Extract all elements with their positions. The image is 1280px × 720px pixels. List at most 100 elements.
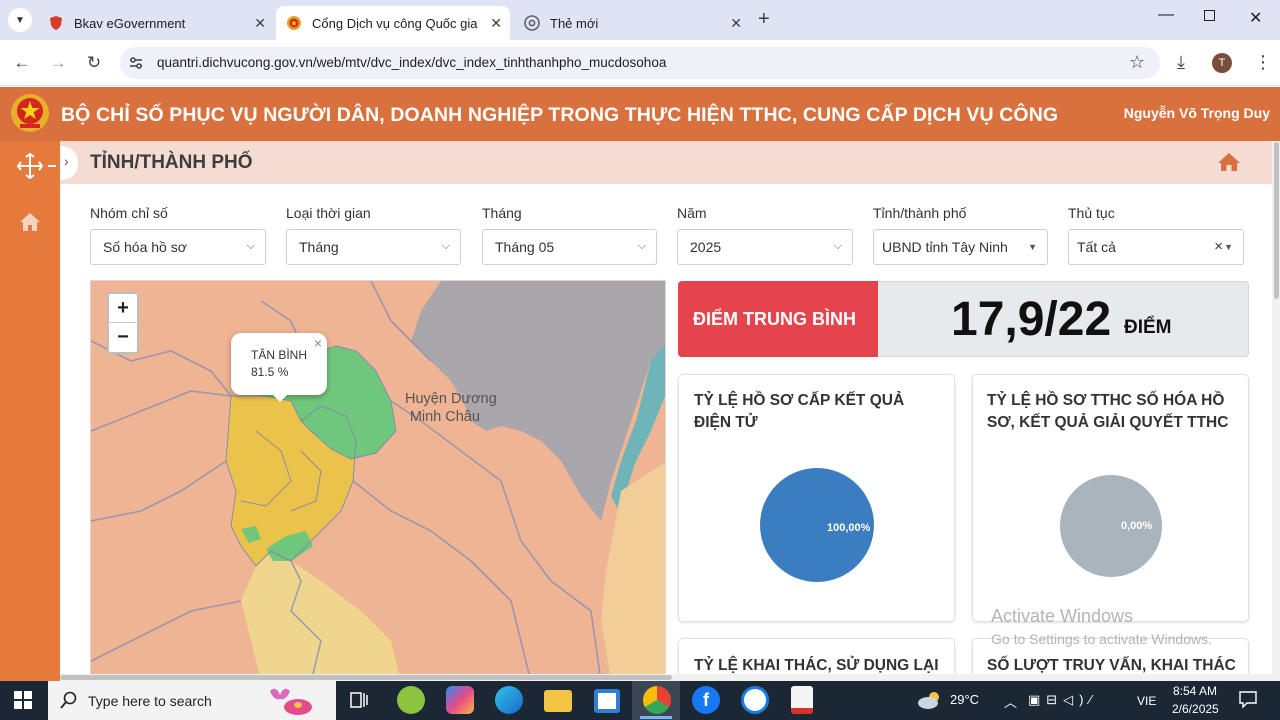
filter-thang-select[interactable]: Tháng 05 ⌵	[482, 229, 657, 265]
map-zoom-control: + −	[107, 292, 139, 354]
notification-icon[interactable]	[1238, 690, 1258, 708]
caret-down-icon: ▼	[1224, 242, 1233, 252]
choropleth-map[interactable]	[90, 280, 666, 681]
restore-button[interactable]	[1204, 10, 1215, 21]
tray-icons[interactable]: ▣⊟◁)∕	[1028, 692, 1098, 708]
pie-label: 0,00%	[1121, 520, 1153, 532]
clock-time[interactable]: 8:54 AM	[1173, 684, 1217, 698]
chevron-down-icon: ⌵	[246, 240, 255, 252]
emblem-icon	[287, 16, 301, 30]
weather-temp[interactable]: 29°C	[950, 692, 979, 707]
tab-new[interactable]: Thẻ mới ✕	[514, 6, 750, 40]
site-title: BỘ CHỈ SỐ PHỤC VỤ NGƯỜI DÂN, DOANH NGHIỆ…	[61, 104, 1059, 126]
select-value: UBND tỉnh Tây Ninh	[882, 239, 1008, 255]
profile-avatar[interactable]: T	[1212, 53, 1232, 73]
chrome-icon[interactable]	[643, 686, 671, 714]
score-unit: ĐIỂM	[1124, 317, 1172, 338]
network-icon[interactable]	[16, 152, 44, 180]
close-icon[interactable]: ✕	[254, 15, 266, 32]
bookmark-star-icon[interactable]: ☆	[1129, 52, 1145, 73]
home-icon[interactable]	[1217, 152, 1241, 172]
filter-thu-tuc-select[interactable]: Tất cả × ▼	[1068, 229, 1244, 265]
filter-label: Tháng	[482, 205, 522, 221]
chevron-down-icon: ⌵	[833, 240, 842, 252]
back-button[interactable]: ←	[8, 49, 36, 77]
tab-bkav[interactable]: Bkav eGovernment ✕	[38, 6, 274, 40]
filter-label: Thủ tục	[1068, 205, 1115, 221]
new-tab-button[interactable]: +	[758, 8, 770, 31]
vertical-scroll-thumb[interactable]	[1274, 142, 1279, 299]
home-icon[interactable]	[19, 212, 41, 232]
page-title: TỈNH/THÀNH PHỐ	[90, 152, 253, 173]
active-marker	[48, 165, 56, 167]
place-label-line: Huyện Dương	[405, 391, 497, 407]
score-value: 17,9/22	[951, 293, 1112, 346]
tab-dichvucong[interactable]: Cổng Dịch vụ công Quốc gia ✕	[276, 6, 510, 40]
clear-icon[interactable]: ×	[1214, 238, 1223, 255]
butterfly-flower-icon	[270, 688, 312, 715]
app-green-icon[interactable]	[397, 686, 425, 714]
popup-region-value: 81.5 %	[251, 365, 289, 379]
chrome-icon	[524, 15, 540, 31]
close-icon[interactable]: ✕	[490, 15, 502, 32]
place-label-line: Minh Châu	[409, 409, 480, 425]
tab-title: Bkav eGovernment	[74, 15, 186, 31]
pie-label: 100,00%	[827, 522, 871, 534]
menu-icon[interactable]: ⋮	[1254, 52, 1272, 73]
close-icon[interactable]: ✕	[730, 15, 742, 32]
map-place-label: Huyện Dương Minh Châu	[405, 390, 497, 426]
region-lightyellow	[241, 551, 401, 680]
map-canvas	[91, 281, 665, 680]
popup-tip	[270, 392, 290, 402]
filter-nhom-chi-so-select[interactable]: Số hóa hồ sơ ⌵	[90, 229, 266, 265]
close-window-button[interactable]: ✕	[1249, 8, 1262, 28]
filter-label: Nhóm chỉ số	[90, 205, 168, 221]
filter-tinh-thanh-pho-select[interactable]: UBND tỉnh Tây Ninh ▼	[873, 229, 1048, 265]
filter-label: Năm	[677, 205, 707, 221]
filter-nam-select[interactable]: 2025 ⌵	[677, 229, 853, 265]
reload-button[interactable]: ↻	[80, 49, 108, 77]
chevron-down-icon: ⌵	[637, 240, 646, 252]
metric-card: TỶ LỆ HỒ SƠ CẤP KẾT QUẢ ĐIỆN TỬ 100,00%	[678, 374, 955, 622]
card-title: TỶ LỆ HỒ SƠ TTHC SỐ HÓA HỒ SƠ, KẾT QUẢ G…	[987, 392, 1229, 431]
pdf-reader-icon[interactable]	[791, 686, 813, 714]
taskbar-search-placeholder: Type here to search	[88, 693, 212, 709]
filter-label: Tỉnh/thành phố	[873, 205, 967, 221]
select-value: Tháng	[299, 239, 339, 255]
download-icon[interactable]: ⤓	[1177, 52, 1185, 73]
user-name[interactable]: Nguyễn Võ Trọng Duy	[1124, 105, 1270, 121]
filter-label: Loại thời gian	[286, 205, 371, 221]
input-language[interactable]: VIE	[1137, 694, 1156, 708]
region-beige	[601, 462, 665, 680]
select-value: 2025	[690, 239, 722, 255]
minimize-button[interactable]: —	[1158, 6, 1174, 24]
activation-watermark-sub: Go to Settings to activate Windows.	[991, 631, 1212, 647]
task-view-icon[interactable]	[350, 691, 370, 709]
copilot-icon[interactable]	[446, 686, 474, 714]
forward-button[interactable]: →	[44, 49, 72, 77]
select-value: Tháng 05	[495, 239, 555, 255]
zalo-icon[interactable]	[741, 686, 769, 714]
filter-loai-thoi-gian-select[interactable]: Tháng ⌵	[286, 229, 461, 265]
caret-down-icon: ▼	[1028, 242, 1037, 252]
facebook-icon[interactable]: f	[692, 686, 720, 714]
horizontal-scroll-thumb[interactable]	[60, 675, 672, 680]
store-icon[interactable]	[594, 689, 620, 713]
select-value: Số hóa hồ sơ	[103, 239, 187, 255]
clock-date[interactable]: 2/6/2025	[1172, 702, 1219, 716]
popup-close-icon[interactable]: ×	[314, 335, 322, 352]
score-label: ĐIỂM TRUNG BÌNH	[693, 309, 856, 329]
weather-cloud-icon	[918, 692, 939, 709]
edge-icon[interactable]	[495, 686, 523, 714]
tray-overflow-icon[interactable]: ︿	[1004, 692, 1017, 711]
url-text[interactable]: quantri.dichvucong.gov.vn/web/mtv/dvc_in…	[157, 55, 666, 70]
zoom-out-button[interactable]: −	[109, 323, 137, 352]
site-info-icon[interactable]	[128, 55, 144, 71]
shield-icon	[50, 16, 62, 30]
card-title: TỶ LỆ HỒ SƠ CẤP KẾT QUẢ ĐIỆN TỬ	[694, 392, 905, 431]
tab-search-button[interactable]: ▼	[8, 8, 32, 32]
zoom-in-button[interactable]: +	[109, 294, 137, 323]
file-explorer-icon[interactable]	[544, 690, 572, 712]
tab-title: Cổng Dịch vụ công Quốc gia	[312, 15, 478, 31]
windows-start-icon[interactable]	[14, 691, 32, 709]
